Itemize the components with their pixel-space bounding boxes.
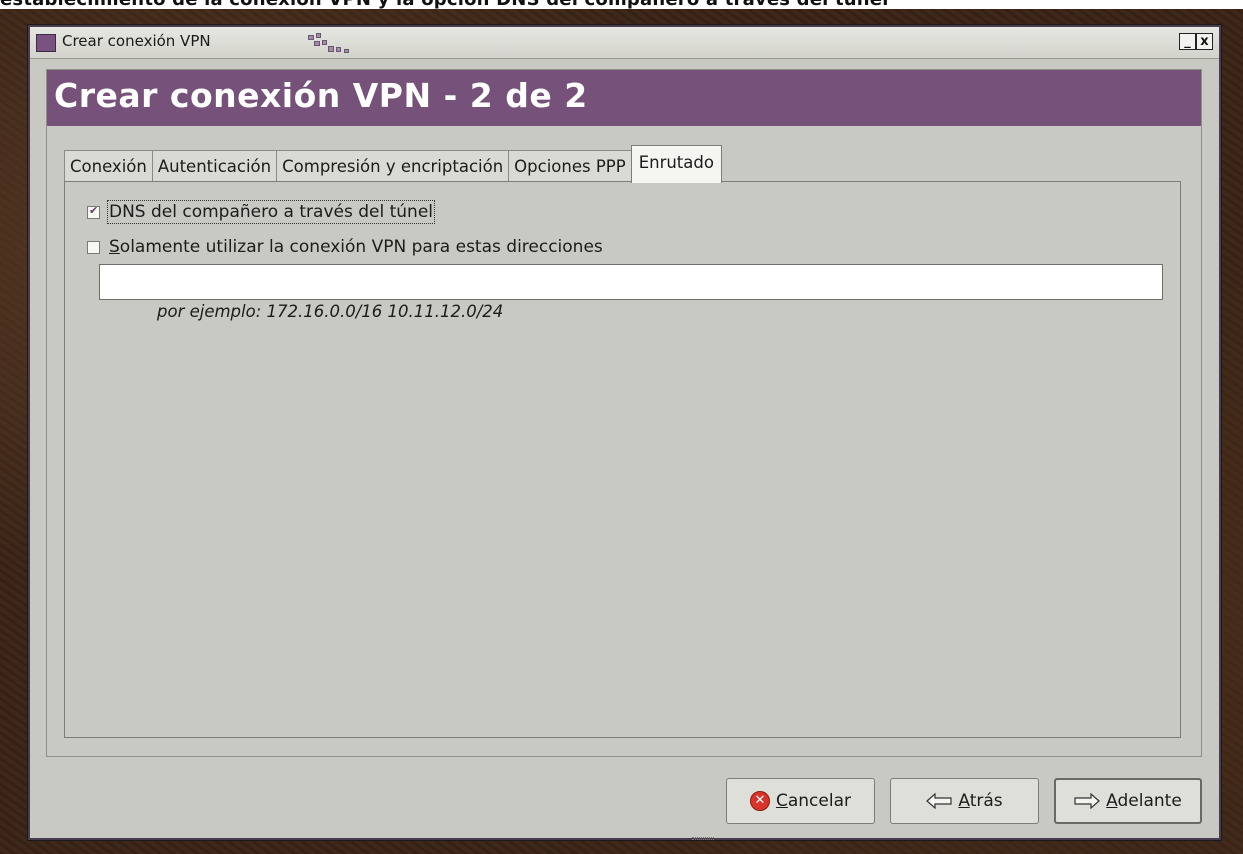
- dialog-content: Crear conexión VPN - 2 de 2 Conexión Aut…: [46, 69, 1202, 757]
- addresses-hint: por ejemplo: 172.16.0.0/16 10.11.12.0/24: [157, 302, 504, 321]
- minimize-button[interactable]: _: [1179, 33, 1196, 50]
- window-app-icon[interactable]: [36, 34, 56, 52]
- arrow-left-icon: [926, 793, 952, 809]
- forward-button[interactable]: Adelante: [1054, 778, 1202, 824]
- only-vpn-mnemonic: S: [109, 237, 120, 257]
- window-titlebar[interactable]: Crear conexión VPN _ x: [30, 27, 1219, 59]
- window-title: Crear conexión VPN: [62, 32, 211, 50]
- only-vpn-option[interactable]: Solamente utilizar la conexión VPN para …: [87, 237, 603, 257]
- peer-dns-checkbox[interactable]: [87, 204, 100, 219]
- addresses-input[interactable]: [99, 264, 1163, 300]
- arrow-right-icon: [1074, 793, 1101, 809]
- only-vpn-label-rest: olamente utilizar la conexión VPN para e…: [119, 237, 603, 257]
- tab-conexion[interactable]: Conexión: [64, 150, 153, 183]
- tab-bar: Conexión Autenticación Compresión y encr…: [64, 145, 722, 183]
- tab-autenticacion[interactable]: Autenticación: [151, 150, 278, 183]
- tab-opciones-ppp[interactable]: Opciones PPP: [508, 150, 632, 183]
- only-vpn-checkbox[interactable]: [87, 240, 100, 254]
- routing-tab-panel: DNS del compañero a través del túnel Sol…: [64, 181, 1181, 738]
- forward-label: Adelante: [1106, 791, 1182, 811]
- only-vpn-label[interactable]: Solamente utilizar la conexión VPN para …: [109, 237, 603, 257]
- cancel-button[interactable]: ✕ Cancelar: [726, 778, 875, 824]
- back-label: Atrás: [958, 791, 1003, 811]
- titlebar-decoration-icon: [306, 31, 366, 55]
- page-header: Crear conexión VPN - 2 de 2: [47, 70, 1201, 126]
- peer-dns-label[interactable]: DNS del compañero a través del túnel: [107, 200, 435, 224]
- tab-enrutado[interactable]: Enrutado: [630, 145, 722, 183]
- cancel-label: Cancelar: [775, 791, 851, 811]
- cancel-icon: ✕: [749, 791, 770, 811]
- close-button[interactable]: x: [1196, 33, 1213, 50]
- peer-dns-option[interactable]: DNS del compañero a través del túnel: [87, 200, 435, 224]
- back-button[interactable]: Atrás: [890, 778, 1039, 824]
- resize-grip[interactable]: [692, 837, 714, 840]
- vpn-dialog-window: Crear conexión VPN _ x Crear conexión VP…: [28, 25, 1221, 840]
- tab-compresion-encriptacion[interactable]: Compresión y encriptación: [276, 150, 510, 183]
- page-title: Crear conexión VPN - 2 de 2: [54, 76, 588, 115]
- background-caption-text: establecimiento de la conexión VPN y la …: [0, 0, 889, 9]
- background-caption: establecimiento de la conexión VPN y la …: [0, 0, 1243, 9]
